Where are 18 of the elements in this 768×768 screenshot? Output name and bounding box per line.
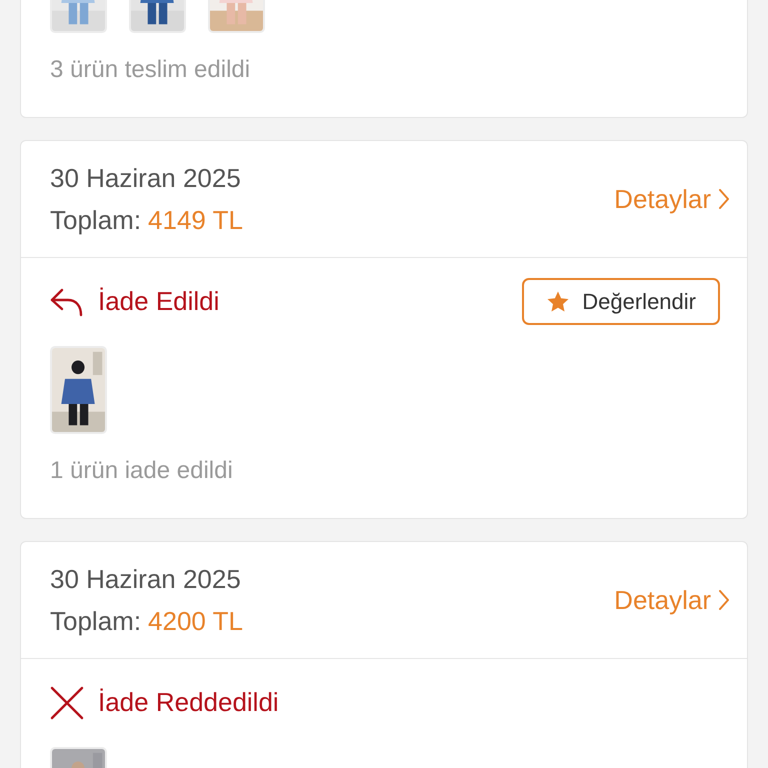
close-icon [50,686,84,720]
order-total: 4149 TL [148,204,243,237]
total-label: Toplam: [50,605,142,638]
status-label: İade Reddedildi [98,686,279,719]
chevron-right-icon [719,590,729,610]
return-arrow-icon [50,286,84,316]
order-total: 4200 TL [148,605,243,638]
items-summary: 3 ürün teslim edildi [50,55,252,85]
details-link[interactable]: Detaylar [614,580,729,620]
items-summary: 1 ürün iade edildi [50,456,234,486]
details-link[interactable]: Detaylar [614,180,729,218]
order-date: 30 Haziran 2025 [50,563,242,596]
status-label: İade Edildi [98,285,220,318]
chevron-right-icon [719,189,729,209]
order-date: 30 Haziran 2025 [50,162,242,195]
star-icon [546,290,570,314]
total-label: Toplam: [50,204,142,237]
rate-button[interactable]: Değerlendir [522,278,720,325]
